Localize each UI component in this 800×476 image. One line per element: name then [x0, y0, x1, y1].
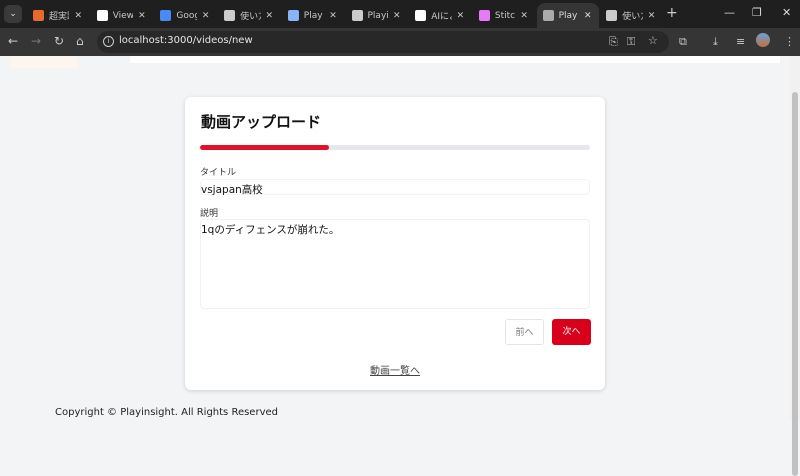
docker-icon	[287, 10, 299, 21]
address-bar[interactable]: i localhost:3000/videos/new ⎘ ⚿ ☆	[97, 31, 669, 53]
close-tab-icon[interactable]: ✕	[648, 11, 656, 21]
close-tab-icon[interactable]: ✕	[138, 11, 146, 21]
browser-tab[interactable]: 超実践 ✕	[27, 3, 89, 28]
download-icon[interactable]: ⤓	[713, 35, 718, 49]
browser-tab[interactable]: Play i ✕	[282, 3, 344, 28]
browser-tab[interactable]: 使い方 ✕	[600, 3, 662, 28]
tab-title: 超実践	[49, 12, 69, 22]
browser-tab[interactable]: 使い方 ✕	[218, 3, 280, 28]
tab-bar: ⌄ 超実践✕View✕Goog✕使い方✕Play i✕Playin✕AIによ✕S…	[0, 0, 800, 28]
close-tab-icon[interactable]: ✕	[393, 11, 401, 21]
profile-avatar[interactable]	[756, 33, 770, 47]
github-icon	[96, 10, 108, 21]
close-tab-icon[interactable]: ✕	[457, 11, 465, 21]
close-window-button[interactable]: ✕	[782, 6, 791, 19]
google-translate-icon	[160, 10, 172, 21]
upload-card: 動画アップロード タイトル vsjapan高校 説明 1qのディフェンスが崩れた…	[185, 97, 605, 390]
scrollbar-thumb[interactable]	[792, 92, 798, 476]
url-text: localhost:3000/videos/new	[119, 35, 253, 46]
table-strip	[130, 56, 780, 63]
prev-button[interactable]: 前へ	[505, 319, 544, 345]
footer-copyright: Copyright © Playinsight. All Rights Rese…	[55, 407, 278, 418]
title-label: タイトル	[200, 168, 237, 178]
browser-tab[interactable]: Stitch ✕	[473, 3, 535, 28]
home-button[interactable]: ⌂	[76, 34, 84, 48]
tab-title: View	[112, 10, 134, 21]
forward-button[interactable]: →	[31, 34, 41, 48]
tab-title: Play i	[558, 10, 579, 21]
key-icon[interactable]: ⚿	[627, 35, 635, 49]
close-tab-icon[interactable]: ✕	[329, 11, 337, 21]
r-logo-icon	[33, 10, 44, 21]
browser-tab[interactable]: Playin ✕	[346, 3, 408, 28]
browser-tab[interactable]: Play i ✕	[536, 3, 599, 28]
browser-tab[interactable]: Goog ✕	[154, 3, 216, 28]
menu-icon[interactable]: ⋮	[784, 35, 795, 48]
stitch-icon	[478, 10, 490, 21]
close-tab-icon[interactable]: ✕	[520, 11, 528, 21]
scrollbar[interactable]	[790, 56, 800, 476]
restore-button[interactable]: ❐	[752, 6, 762, 19]
close-tab-icon[interactable]: ✕	[74, 11, 82, 21]
media-icon[interactable]: ≡	[736, 35, 745, 48]
close-tab-icon[interactable]: ✕	[266, 11, 274, 21]
video-list-link[interactable]: 動画一覧へ	[185, 362, 605, 377]
browser-tab[interactable]: View ✕	[91, 3, 153, 28]
tab-title: Playin	[367, 10, 388, 21]
tab-title: AIによ	[431, 12, 451, 22]
extensions-icon[interactable]: ⧉	[679, 35, 687, 49]
close-tab-icon[interactable]: ✕	[202, 11, 210, 21]
header-strip	[10, 56, 78, 68]
tab-title: Goog	[176, 10, 196, 21]
openai-icon	[224, 10, 236, 21]
notion-icon	[606, 10, 618, 21]
back-button[interactable]: ←	[8, 34, 18, 48]
progress-bar	[200, 145, 590, 150]
page-title: 動画アップロード	[201, 113, 322, 131]
close-tab-icon[interactable]: ✕	[584, 11, 592, 21]
site-info-icon[interactable]: i	[103, 36, 114, 47]
star-icon[interactable]: ☆	[648, 34, 658, 47]
reload-button[interactable]: ↻	[54, 34, 64, 48]
browser-tab[interactable]: AIによ ✕	[409, 3, 471, 28]
tab-title: 使い方	[240, 12, 260, 22]
globe-icon	[542, 10, 554, 21]
next-button[interactable]: 次へ	[552, 319, 591, 345]
notion-n-icon	[415, 10, 427, 21]
browser-toolbar: ← → ↻ ⌂ i localhost:3000/videos/new ⎘ ⚿ …	[0, 28, 800, 56]
progress-fill	[200, 145, 329, 150]
description-textarea[interactable]: 1qのディフェンスが崩れた。	[200, 219, 590, 309]
tab-title: 使い方	[622, 12, 642, 22]
tab-search-button[interactable]: ⌄	[4, 5, 22, 23]
translate-icon[interactable]: ⎘	[609, 35, 618, 49]
minimize-button[interactable]: —	[724, 6, 735, 19]
new-tab-button[interactable]: +	[666, 5, 678, 21]
tab-title: Stitch	[494, 10, 516, 21]
git-icon	[351, 10, 363, 21]
tab-title: Play i	[303, 10, 324, 21]
title-input[interactable]: vsjapan高校	[200, 179, 590, 196]
description-label: 説明	[200, 209, 219, 219]
